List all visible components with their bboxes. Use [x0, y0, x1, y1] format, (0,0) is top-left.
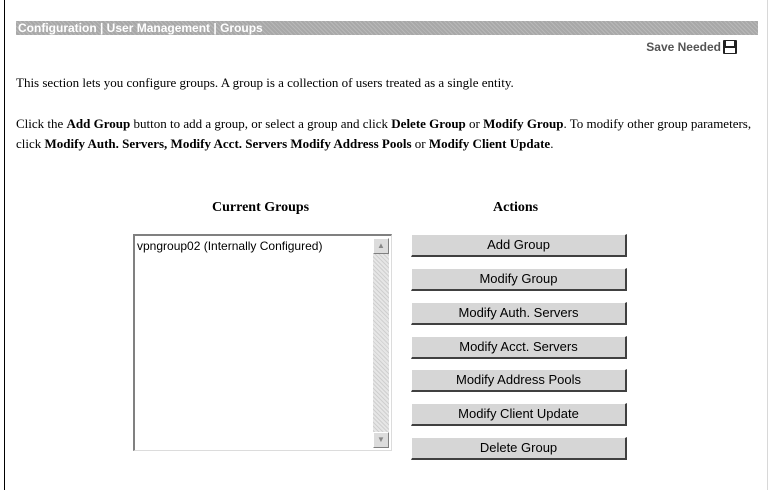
floppy-disk-icon[interactable]: [723, 40, 737, 54]
modify-acct-servers-button[interactable]: Modify Acct. Servers: [411, 336, 627, 359]
add-group-button[interactable]: Add Group: [411, 234, 627, 257]
save-needed-label[interactable]: Save Needed: [646, 38, 721, 56]
instructions-text: Click the Add Group button to add a grou…: [16, 116, 752, 151]
modify-address-pools-button[interactable]: Modify Address Pools: [411, 369, 627, 392]
modify-auth-servers-button[interactable]: Modify Auth. Servers: [411, 302, 627, 325]
breadcrumb: Configuration | User Management | Groups: [16, 21, 758, 35]
arrow-up-icon[interactable]: ▲: [373, 238, 389, 254]
arrow-down-icon[interactable]: ▼: [373, 432, 389, 448]
right-frame-border: [767, 0, 768, 490]
actions-heading: Actions: [493, 200, 539, 215]
modify-client-update-button[interactable]: Modify Client Update: [411, 403, 627, 426]
current-groups-heading: Current Groups: [212, 200, 310, 215]
save-needed-link[interactable]: Save Needed: [646, 38, 737, 56]
modify-group-button[interactable]: Modify Group: [411, 268, 627, 291]
groups-listbox[interactable]: vpngroup02 (Internally Configured) ▲ ▼: [133, 234, 392, 451]
left-frame-border: [4, 0, 5, 490]
delete-group-button[interactable]: Delete Group: [411, 437, 627, 460]
group-list-item[interactable]: vpngroup02 (Internally Configured): [137, 238, 371, 254]
intro-text: This section lets you configure groups. …: [16, 75, 514, 90]
groups-scrollbar[interactable]: ▲ ▼: [373, 238, 389, 448]
